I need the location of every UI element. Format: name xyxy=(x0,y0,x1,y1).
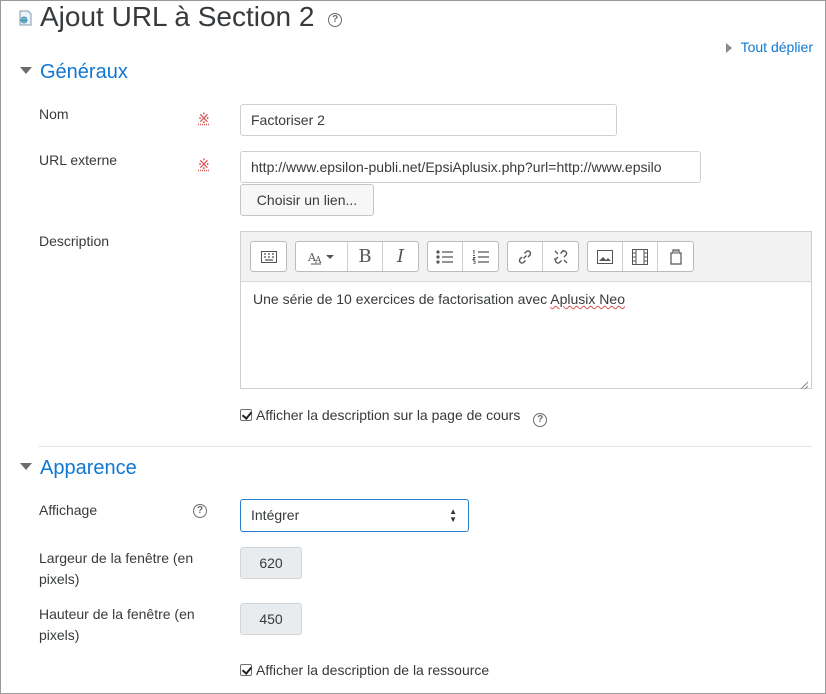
caret-right-icon xyxy=(725,43,732,53)
section-general-title: Généraux xyxy=(40,61,128,83)
toolbar-group-links xyxy=(507,241,579,272)
show-resource-description-checkbox[interactable] xyxy=(240,664,252,676)
file-manager-icon[interactable] xyxy=(658,242,693,271)
expand-all-label: Tout déplier xyxy=(740,39,813,55)
question-circle-icon[interactable]: ? xyxy=(533,413,548,427)
editor-toolbar: AA B I xyxy=(240,231,812,281)
italic-icon[interactable]: I xyxy=(383,242,418,271)
url-resource-icon xyxy=(18,10,33,26)
expand-all-link[interactable]: Tout déplier xyxy=(725,39,813,55)
name-label: Nom xyxy=(39,106,69,122)
height-label: Hauteur de la fenêtre (en pixels) xyxy=(39,606,195,643)
show-resource-description-label: Afficher la description de la ressource xyxy=(256,662,490,678)
section-divider xyxy=(38,446,812,447)
page-title-text: Ajout URL à Section 2 xyxy=(40,1,315,32)
description-text-misspelled: Aplusix Neo xyxy=(550,291,625,307)
width-input[interactable]: 620 xyxy=(240,547,302,579)
description-editor[interactable]: Une série de 10 exercices de factorisati… xyxy=(240,281,812,390)
toolbar-group-media xyxy=(587,241,694,272)
display-select-value: Intégrer xyxy=(251,507,300,523)
section-general-header[interactable]: Généraux xyxy=(20,61,128,84)
show-description-label: Afficher la description sur la page de c… xyxy=(256,407,521,423)
caret-down-icon xyxy=(20,67,32,74)
question-circle-icon[interactable]: ? xyxy=(193,504,207,518)
toolbar-group-lists xyxy=(427,241,499,272)
description-text: Une série de 10 exercices de factorisati… xyxy=(253,291,551,307)
choose-link-button[interactable]: Choisir un lien... xyxy=(240,184,374,216)
section-appearance-header[interactable]: Apparence xyxy=(20,457,137,480)
display-select[interactable]: Intégrer ▲ ▼ xyxy=(240,499,469,532)
height-input[interactable]: 450 xyxy=(240,603,302,635)
media-icon[interactable] xyxy=(623,242,658,271)
description-label: Description xyxy=(39,233,110,249)
width-label: Largeur de la fenêtre (en pixels) xyxy=(39,550,194,587)
resize-grip-icon[interactable] xyxy=(800,377,809,390)
link-icon[interactable] xyxy=(508,242,543,271)
unordered-list-icon[interactable] xyxy=(428,242,463,271)
url-label: URL externe xyxy=(39,152,118,168)
toolbar-toggle-icon[interactable] xyxy=(251,242,286,271)
show-description-checkbox[interactable] xyxy=(240,409,252,421)
unlink-icon[interactable] xyxy=(543,242,578,271)
page-title: Ajout URL à Section 2 ? xyxy=(40,0,343,34)
name-input[interactable]: Factoriser 2 xyxy=(240,104,617,136)
show-description-checkbox-row[interactable]: Afficher la description sur la page de c… xyxy=(240,405,548,427)
toolbar-group-text: AA B I xyxy=(295,241,419,272)
section-appearance-title: Apparence xyxy=(40,457,137,479)
url-input[interactable]: http://www.epsilon-publi.net/EpsiAplusix… xyxy=(240,151,701,183)
required-icon: ※ xyxy=(198,110,210,126)
question-circle-icon[interactable]: ? xyxy=(328,13,343,27)
font-style-icon[interactable]: AA xyxy=(296,242,348,271)
display-label: Affichage xyxy=(39,502,98,518)
bold-icon[interactable]: B xyxy=(348,242,383,271)
select-arrows-icon: ▲ ▼ xyxy=(449,507,457,524)
ordered-list-icon[interactable] xyxy=(463,242,498,271)
show-resource-description-checkbox-row[interactable]: Afficher la description de la ressource xyxy=(240,660,489,680)
toolbar-group-toggle xyxy=(250,241,287,272)
required-icon: ※ xyxy=(198,156,210,172)
image-icon[interactable] xyxy=(588,242,623,271)
caret-down-icon xyxy=(20,463,32,470)
